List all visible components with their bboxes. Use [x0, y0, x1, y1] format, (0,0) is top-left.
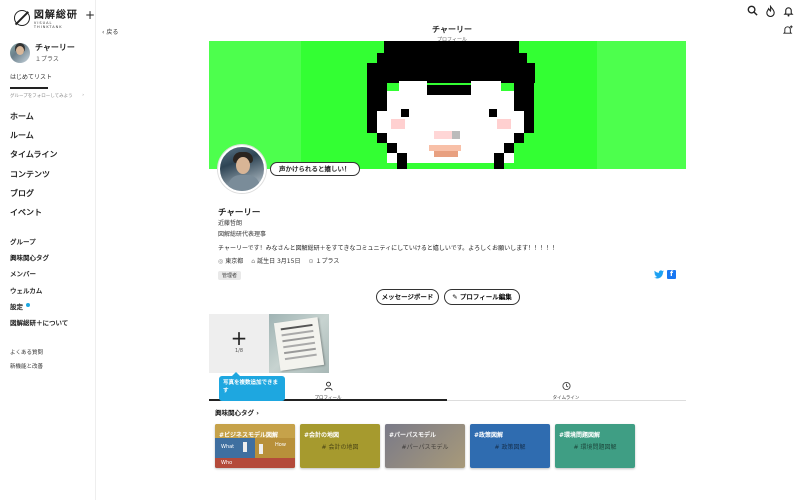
avatar [10, 42, 30, 63]
sidebar-item-about[interactable]: 図解総研＋について [10, 315, 68, 331]
tag-label: #政策図解 [474, 432, 504, 439]
chevron-right-icon: › [82, 93, 84, 98]
cake-icon: ⌂ [251, 258, 256, 265]
tag-card[interactable]: What How Who #ビジネスモデル図解 [215, 424, 295, 468]
plan-icon: ⊙ [308, 258, 314, 265]
tag-card[interactable]: #パーパスモデル #パーパスモデル [385, 424, 465, 468]
social-links: f [654, 270, 676, 279]
logo-title: 図解総研 [33, 10, 78, 21]
tag-sublabel: # 政策図解 [494, 444, 526, 451]
location: ◎ 東京都 [218, 258, 244, 265]
notification-dot [26, 302, 30, 307]
nav-footer: よくある質問 新機能と改善 [10, 348, 43, 376]
sidebar-item-members[interactable]: メンバー [10, 266, 68, 282]
tag-card[interactable]: #環境問題図解 # 環境問題図解 [555, 424, 635, 468]
birthday: ⌂ 誕生日 3月15日 [251, 258, 301, 265]
plus-icon: + [230, 326, 248, 350]
tag-label: #ビジネスモデル図解 [219, 432, 279, 439]
twitter-icon[interactable] [654, 270, 664, 279]
sidebar-item-updates[interactable]: 新機能と改善 [10, 362, 43, 376]
tag-sublabel: # 環境問題図解 [573, 444, 617, 451]
nav-sub: グループ 興味関心タグ メンバー ウェルカム 設定 図解総研＋について [10, 234, 68, 331]
facebook-icon[interactable]: f [667, 270, 676, 279]
bell-plus-icon[interactable] [782, 24, 794, 39]
first-list-title: はじめてリスト [10, 74, 53, 81]
clock-icon [447, 381, 685, 394]
profile-photo[interactable] [269, 314, 329, 373]
location-pin-icon: ◎ [218, 258, 224, 265]
plan: ⊙ １プラス [308, 258, 340, 265]
profile-meta: ◎ 東京都 ⌂ 誕生日 3月15日 ⊙ １プラス [218, 256, 339, 265]
user-plan: １プラス [35, 56, 59, 63]
profile-bio: チャーリーです！みなさんと図解総研＋をすてきなコミュニティにしていけると嬉しいで… [218, 245, 559, 252]
sidebar-item-settings[interactable]: 設定 [10, 299, 68, 315]
pencil-icon: ✎ [452, 293, 460, 301]
sidebar-item-group[interactable]: グループ [10, 234, 68, 250]
page-title: チャーリー [432, 25, 472, 34]
sidebar-item-home[interactable]: ホーム [10, 111, 57, 130]
svg-text:How: How [275, 442, 286, 448]
logo-mark-icon [14, 10, 30, 26]
profile-name: チャーリー [218, 208, 261, 218]
nav-main: ホーム ルーム タイムライン コンテンツ ブログ イベント [10, 111, 57, 226]
sidebar-item-faq[interactable]: よくある質問 [10, 348, 43, 362]
sidebar-item-contents[interactable]: コンテンツ [10, 169, 57, 188]
sidebar-item-welcome[interactable]: ウェルカム [10, 283, 68, 299]
svg-text:What: What [221, 444, 234, 450]
interest-tags-heading[interactable]: 興味関心タグ › [215, 407, 259, 417]
profile-real-name: 近藤哲朗 [218, 220, 243, 227]
follow-hint[interactable]: グループをフォローしてみよう › [10, 93, 84, 99]
pixel-character-illustration [367, 41, 535, 169]
search-icon[interactable] [746, 5, 758, 17]
sidebar-user[interactable]: チャーリー １プラス [10, 42, 75, 63]
edit-profile-button[interactable]: ✎ プロフィール編集 [444, 289, 520, 305]
tab-timeline[interactable]: タイムライン [447, 378, 685, 401]
profile-avatar[interactable] [218, 145, 266, 193]
sidebar-item-blog[interactable]: ブログ [10, 188, 57, 207]
sidebar-item-event[interactable]: イベント [10, 207, 57, 226]
photo-count: 1/8 [234, 348, 244, 354]
tag-card[interactable]: #会計の地図 # 会計の地図 [300, 424, 380, 468]
photo-tooltip: 写真を複数追加できます [219, 372, 285, 401]
bell-icon[interactable] [782, 5, 794, 17]
first-list[interactable]: はじめてリスト グループをフォローしてみよう › [10, 72, 84, 99]
svg-text:Who: Who [221, 460, 232, 466]
tag-label: #パーパスモデル [389, 432, 436, 439]
sidebar-item-timeline[interactable]: タイムライン [10, 149, 57, 168]
message-board-button[interactable]: メッセージボード [376, 289, 439, 305]
top-icons [746, 4, 794, 18]
first-list-progress [10, 87, 48, 89]
status-bubble: 声かけられると嬉しい！ [270, 162, 360, 176]
chevron-right-icon: › [254, 409, 259, 417]
tag-card[interactable]: #政策図解 # 政策図解 [470, 424, 550, 468]
logo-subtitle: VISUAL THINKTANK [33, 21, 63, 29]
logo[interactable]: 図解総研 VISUAL THINKTANK + [14, 8, 95, 29]
interest-tags: What How Who #ビジネスモデル図解 #会計の地図 # 会計の地図 #… [215, 424, 635, 468]
role-badge: 管理者 [218, 271, 242, 280]
back-button[interactable]: ‹ 戻る [102, 27, 118, 36]
tag-label: #環境問題図解 [559, 432, 601, 439]
tag-label: #会計の地図 [304, 432, 340, 439]
add-photo-button[interactable]: + 1/8 [209, 314, 269, 373]
user-name: チャーリー [35, 43, 75, 52]
flame-icon[interactable] [764, 4, 776, 18]
profile-role: 図解総研代表理事 [218, 231, 267, 238]
follow-hint-label: グループをフォローしてみよう [10, 94, 73, 99]
cover-image [209, 41, 686, 169]
logo-plus: + [84, 8, 95, 22]
tag-sublabel: #パーパスモデル [401, 444, 449, 451]
sidebar-item-room[interactable]: ルーム [10, 130, 57, 149]
tab-timeline-label: タイムライン [552, 396, 580, 401]
tag-sublabel: # 会計の地図 [321, 444, 359, 451]
sidebar: 図解総研 VISUAL THINKTANK + チャーリー １プラス はじめてリ… [0, 0, 96, 500]
sidebar-item-interest-tags[interactable]: 興味関心タグ [10, 250, 68, 266]
